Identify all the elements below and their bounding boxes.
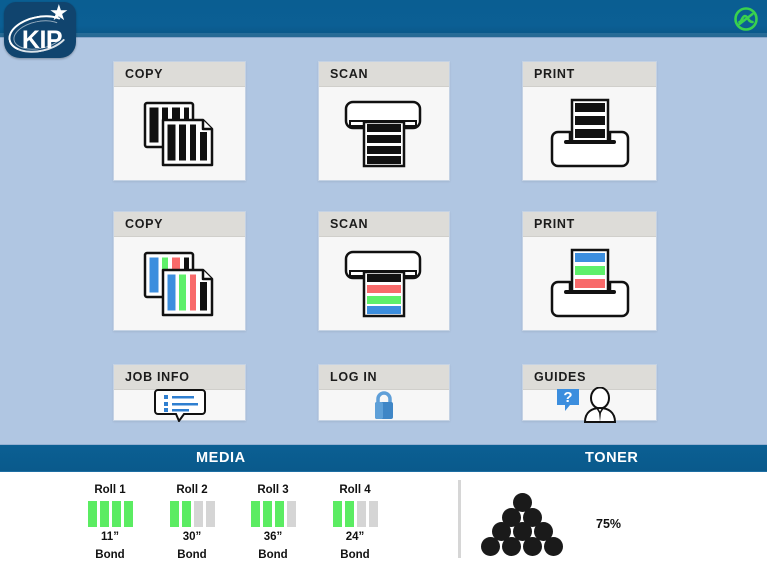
toner-dot xyxy=(502,536,521,556)
media-roll-4[interactable]: Roll 4 24” Bond xyxy=(312,484,398,561)
logo-text: KIP xyxy=(21,26,63,54)
tile-label-copy-color: COPY xyxy=(125,217,164,231)
print-color-icon xyxy=(550,248,629,317)
toner-dot xyxy=(481,536,500,556)
tile-job-info[interactable]: JOB INFO xyxy=(113,364,246,422)
tile-header: JOB INFO xyxy=(114,365,245,390)
roll-level-segment xyxy=(193,501,203,527)
tile-log-in[interactable]: LOG IN xyxy=(318,364,450,421)
roll-level-segment xyxy=(250,501,260,527)
roll-level-segment xyxy=(111,501,121,527)
copy-bw-icon xyxy=(143,101,213,166)
tile-header: COPY xyxy=(114,212,245,237)
roll-level-segment xyxy=(356,501,366,527)
tile-icon-area xyxy=(114,87,245,180)
media-roll-1[interactable]: Roll 1 11” Bond xyxy=(67,484,153,561)
kip-logo: KIP xyxy=(4,2,76,58)
tile-label-job-info: JOB INFO xyxy=(125,370,190,384)
tile-label-guides: GUIDES xyxy=(534,370,587,384)
toner-section-label: TONER xyxy=(585,450,639,466)
status-bar: MEDIA TONER xyxy=(0,444,767,472)
tile-label-scan-color: SCAN xyxy=(330,217,369,231)
job-info-icon xyxy=(153,389,206,422)
tile-header: COPY xyxy=(114,62,245,87)
tile-header: SCAN xyxy=(319,62,449,87)
tile-label-print-color: PRINT xyxy=(534,217,575,231)
tile-icon-area xyxy=(523,237,656,330)
supplies-panel: Roll 1 11” Bond Roll 2 30” Bond Roll 3 36” Bond R… xyxy=(0,472,767,573)
tile-icon-area xyxy=(319,390,449,420)
tile-copy-bw[interactable]: COPY xyxy=(113,61,246,181)
padlock-icon xyxy=(375,391,393,419)
toner-status[interactable]: 75% xyxy=(470,488,760,560)
toner-dot xyxy=(523,536,542,556)
roll-level-segment xyxy=(99,501,109,527)
kip-touchscreen: KIP COPY SCAN PRINT COPY SCAN PRINT JOB … xyxy=(0,0,767,573)
roll-level-segment xyxy=(286,501,296,527)
tile-icon-area xyxy=(523,87,656,180)
roll-media-type: Bond xyxy=(177,549,207,561)
tile-icon-area xyxy=(114,389,245,422)
panel-divider xyxy=(458,480,461,558)
roll-media-type: Bond xyxy=(95,549,125,561)
roll-width: 24” xyxy=(345,531,365,543)
roll-level-segment xyxy=(181,501,191,527)
roll-level-gauge xyxy=(230,501,316,527)
tile-label-print-bw: PRINT xyxy=(534,67,575,81)
scan-color-icon xyxy=(344,250,422,317)
roll-level-segment xyxy=(87,501,97,527)
tile-header: LOG IN xyxy=(319,365,449,390)
tile-guides[interactable]: GUIDES ? xyxy=(522,364,657,423)
app-header xyxy=(0,0,767,38)
tile-label-scan-bw: SCAN xyxy=(330,67,369,81)
media-roll-2[interactable]: Roll 2 30” Bond xyxy=(149,484,235,561)
tile-header: SCAN xyxy=(319,212,449,237)
scan-bw-icon xyxy=(344,100,422,167)
tile-icon-area xyxy=(319,87,449,180)
roll-level-gauge xyxy=(67,501,153,527)
tile-header: PRINT xyxy=(523,212,656,237)
media-roll-3[interactable]: Roll 3 36” Bond xyxy=(230,484,316,561)
tile-scan-bw[interactable]: SCAN xyxy=(318,61,450,181)
roll-name: Roll 4 xyxy=(339,484,371,496)
tile-label-log-in: LOG IN xyxy=(330,370,378,384)
roll-width: 11” xyxy=(101,531,119,543)
roll-name: Roll 2 xyxy=(176,484,208,496)
tile-icon-area: ? xyxy=(523,387,656,423)
copy-color-icon xyxy=(143,251,213,316)
tile-header: PRINT xyxy=(523,62,656,87)
roll-level-segment xyxy=(368,501,378,527)
tile-print-color[interactable]: PRINT xyxy=(522,211,657,331)
roll-name: Roll 1 xyxy=(94,484,126,496)
header-sheen xyxy=(0,33,767,37)
roll-level-segment xyxy=(169,501,179,527)
tile-icon-area xyxy=(114,237,245,330)
print-bw-icon xyxy=(550,98,629,167)
roll-width: 36” xyxy=(263,531,283,543)
tile-scan-color[interactable]: SCAN xyxy=(318,211,450,331)
svg-text:?: ? xyxy=(563,389,572,406)
toner-level-icon xyxy=(481,493,563,556)
roll-level-segment xyxy=(274,501,284,527)
roll-level-segment xyxy=(123,501,133,527)
energy-saver-icon[interactable] xyxy=(733,6,759,32)
roll-media-type: Bond xyxy=(258,549,288,561)
tile-print-bw[interactable]: PRINT xyxy=(522,61,657,181)
tile-label-copy-bw: COPY xyxy=(125,67,164,81)
media-section-label: MEDIA xyxy=(196,450,246,466)
toner-dot xyxy=(544,536,563,556)
tile-icon-area xyxy=(319,237,449,330)
roll-level-segment xyxy=(332,501,342,527)
tile-copy-color[interactable]: COPY xyxy=(113,211,246,331)
toner-percent-label: 75% xyxy=(596,517,622,531)
guides-person-help-icon: ? xyxy=(556,387,616,423)
roll-level-segment xyxy=(344,501,354,527)
roll-media-type: Bond xyxy=(340,549,370,561)
roll-level-gauge xyxy=(312,501,398,527)
roll-level-segment xyxy=(205,501,215,527)
roll-level-segment xyxy=(262,501,272,527)
roll-level-gauge xyxy=(149,501,235,527)
roll-width: 30” xyxy=(182,531,202,543)
roll-name: Roll 3 xyxy=(257,484,289,496)
